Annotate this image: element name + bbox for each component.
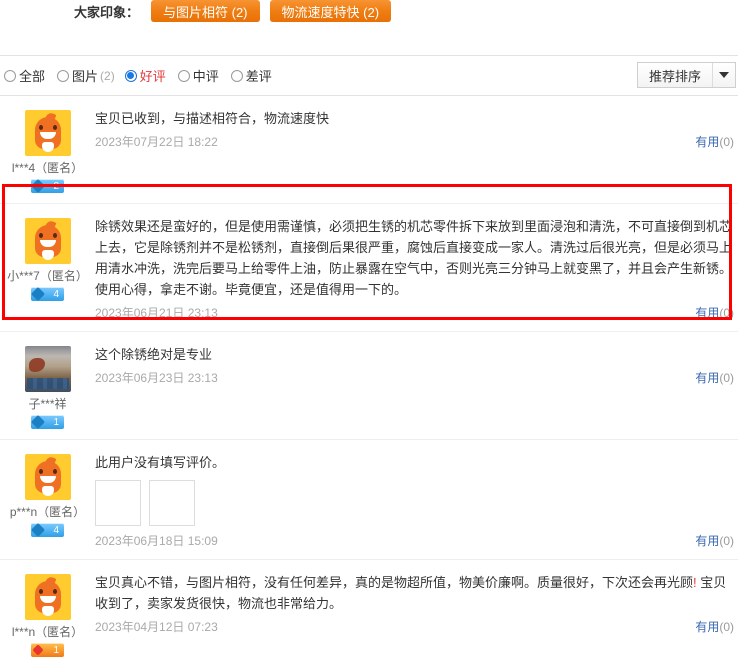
useful-label: 有用: [695, 371, 720, 385]
review-meta: 2023年06月18日 15:09 有用(0): [95, 532, 734, 549]
useful-button[interactable]: 有用(0): [695, 369, 734, 386]
radio-icon[interactable]: [177, 69, 190, 82]
filter-option-label: 全部: [19, 69, 46, 84]
review-text-part1: 宝贝真心不错，与图片相符，没有任何差异，真的是物超所值，物美价廉啊。质量很好，下…: [95, 575, 694, 590]
review-text: 此用户没有填写评价。: [95, 455, 226, 470]
review-thumbnail-1[interactable]: [95, 480, 141, 526]
reviewer-info: l***4（匿名） 2: [0, 108, 95, 193]
review-thumbnail-2[interactable]: [149, 480, 195, 526]
sort-dropdown[interactable]: 推荐排序: [636, 62, 736, 88]
user-level-badge: 1: [31, 643, 64, 657]
sort-dropdown-value: 推荐排序: [648, 68, 701, 84]
review-body: 除锈效果还是蛮好的，但是使用需谨慎，必须把生锈的机芯零件拆下来放到里面浸泡和清洗…: [95, 216, 738, 321]
filter-option-positive[interactable]: 好评: [124, 66, 168, 85]
filter-option-label: 好评: [139, 69, 166, 84]
reviewer-name: p***n（匿名）: [9, 505, 86, 519]
review-date: 2023年07月22日 18:22: [95, 135, 218, 149]
review-text: 宝贝真心不错，与图片相符，没有任何差异，真的是物超所值，物美价廉啊。质量很好，下…: [95, 572, 734, 614]
review-item-highlighted: 小***7（匿名） 4 除锈效果还是蛮好的，但是使用需谨慎，必须把生锈的机芯零件…: [0, 204, 738, 332]
review-date: 2023年04月12日 07:23: [95, 620, 218, 634]
filter-option-count: (2): [100, 68, 115, 83]
user-level-badge: 2: [31, 179, 64, 193]
reviewer-name: 小***7（匿名）: [7, 269, 88, 283]
useful-count: (0): [719, 620, 734, 634]
user-level-badge: 4: [31, 523, 64, 537]
review-item: 子***祥 1 这个除锈绝对是专业 2023年06月23日 23:13 有用(0…: [0, 332, 738, 440]
reviewer-info: p***n（匿名） 4: [0, 452, 95, 549]
review-date: 2023年06月23日 23:13: [95, 371, 218, 385]
filter-option-images[interactable]: 图片 (2): [57, 66, 115, 85]
filter-option-label: 图片: [72, 69, 99, 84]
useful-count: (0): [719, 135, 734, 149]
reviewer-info: 小***7（匿名） 4: [0, 216, 95, 321]
useful-button[interactable]: 有用(0): [695, 618, 734, 635]
review-meta: 2023年06月23日 23:13 有用(0): [95, 369, 734, 386]
reviewer-name: l***4（匿名）: [11, 161, 84, 175]
review-item: l***4（匿名） 2 宝贝已收到，与描述相符合，物流速度快 2023年07月2…: [0, 96, 738, 204]
radio-icon-checked[interactable]: [124, 69, 137, 82]
impression-tag-1[interactable]: 物流速度特快 (2): [269, 0, 392, 22]
avatar: [24, 574, 71, 620]
avatar: [24, 218, 71, 264]
avatar: [24, 346, 71, 392]
useful-button[interactable]: 有用(0): [695, 304, 734, 321]
filter-option-label: 中评: [192, 69, 219, 84]
reviewer-info: 子***祥 1: [0, 344, 95, 429]
avatar: [24, 454, 71, 500]
user-level-badge: 1: [31, 415, 64, 429]
filter-option-neutral[interactable]: 中评: [177, 66, 221, 85]
review-image-thumbnails: [95, 480, 734, 526]
review-date: 2023年06月21日 23:13: [95, 306, 218, 320]
radio-icon[interactable]: [57, 69, 70, 82]
review-text: 宝贝已收到，与描述相符合，物流速度快: [95, 111, 330, 126]
review-body: 宝贝真心不错，与图片相符，没有任何差异，真的是物超所值，物美价廉啊。质量很好，下…: [95, 572, 738, 657]
radio-icon[interactable]: [230, 69, 243, 82]
review-date: 2023年06月18日 15:09: [95, 534, 218, 548]
useful-label: 有用: [695, 306, 720, 320]
impression-tag-0[interactable]: 与图片相符 (2): [151, 0, 260, 22]
review-item: p***n（匿名） 4 此用户没有填写评价。 2023年06月18日 15:09…: [0, 440, 738, 560]
useful-count: (0): [719, 371, 734, 385]
review-item: l***n（匿名） 1 宝贝真心不错，与图片相符，没有任何差异，真的是物超所值，…: [0, 560, 738, 667]
filter-option-label: 差评: [245, 69, 272, 84]
review-meta: 2023年04月12日 07:23 有用(0): [95, 618, 734, 635]
review-filter-bar: 全部 图片 (2) 好评 中评 差评 推荐排序: [0, 55, 738, 96]
avatar: [24, 110, 71, 156]
review-text: 除锈效果还是蛮好的，但是使用需谨慎，必须把生锈的机芯零件拆下来放到里面浸泡和清洗…: [95, 219, 733, 297]
useful-label: 有用: [695, 135, 720, 149]
impression-row: 大家印象： 与图片相符 (2) 物流速度特快 (2): [0, 0, 738, 22]
review-meta: 2023年06月21日 23:13 有用(0): [95, 304, 734, 321]
review-list: l***4（匿名） 2 宝贝已收到，与描述相符合，物流速度快 2023年07月2…: [0, 96, 738, 667]
useful-label: 有用: [695, 534, 720, 548]
useful-count: (0): [719, 306, 734, 320]
useful-button[interactable]: 有用(0): [695, 133, 734, 150]
useful-button[interactable]: 有用(0): [695, 532, 734, 549]
impression-label: 大家印象：: [74, 4, 140, 20]
chevron-down-icon[interactable]: [712, 63, 735, 87]
useful-label: 有用: [695, 620, 720, 634]
filter-option-all[interactable]: 全部: [4, 66, 47, 85]
filter-option-negative[interactable]: 差评: [230, 66, 274, 85]
reviewer-name: 子***祥: [28, 397, 67, 411]
review-body: 这个除锈绝对是专业 2023年06月23日 23:13 有用(0): [95, 344, 738, 429]
review-meta: 2023年07月22日 18:22 有用(0): [95, 133, 734, 150]
user-level-badge: 4: [31, 287, 64, 301]
useful-count: (0): [719, 534, 734, 548]
radio-icon[interactable]: [4, 69, 16, 82]
review-text: 这个除锈绝对是专业: [95, 347, 213, 362]
review-body: 宝贝已收到，与描述相符合，物流速度快 2023年07月22日 18:22 有用(…: [95, 108, 738, 193]
reviewer-name: l***n（匿名）: [11, 625, 84, 639]
review-body: 此用户没有填写评价。 2023年06月18日 15:09 有用(0): [95, 452, 738, 549]
rating-filter-group: 全部 图片 (2) 好评 中评 差评: [0, 66, 284, 85]
reviewer-info: l***n（匿名） 1: [0, 572, 95, 657]
